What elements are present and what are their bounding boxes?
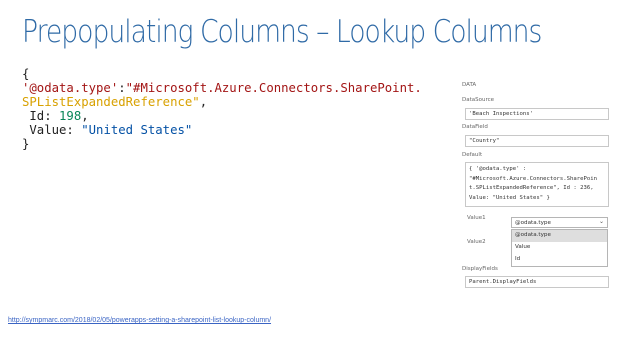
slide-title: Prepopulating Columns – Lookup Columns xyxy=(22,14,542,50)
panel-section-data: DATA xyxy=(462,82,477,88)
value1-label: Value1 xyxy=(467,215,486,221)
default-line-3: t.SPListExpandedReference", Id : 236, xyxy=(469,185,594,191)
dropdown-option-id[interactable]: Id xyxy=(512,254,607,266)
code-close-brace: } xyxy=(22,137,30,151)
datafield-label: DataField xyxy=(462,124,488,130)
default-line-2: "#Microsoft.Azure.Connectors.SharePoin xyxy=(469,175,597,182)
source-link[interactable]: http://sympmarc.com/2018/02/05/powerapps… xyxy=(8,317,271,324)
value1-dropdown-list: @odata.type Value Id xyxy=(511,229,608,267)
displayfields-label: DisplayFields xyxy=(462,266,498,272)
value1-dropdown[interactable]: @odata.type ⌄ xyxy=(511,217,608,228)
code-open-brace: { xyxy=(22,67,30,81)
chevron-down-icon[interactable]: ⌄ xyxy=(599,218,604,225)
displayfields-input[interactable]: Parent.DisplayFields xyxy=(465,276,609,288)
code-value-key: Value: xyxy=(29,123,82,137)
value1-selected: @odata.type xyxy=(515,220,551,226)
default-line-1: { '@odata.type' : xyxy=(469,166,527,172)
code-type-value-1: "#Microsoft.Azure.Connectors.SharePoint. xyxy=(125,81,422,95)
code-comma-1: , xyxy=(199,95,208,109)
datasource-input[interactable]: 'Beach Inspections' xyxy=(465,108,609,120)
code-id-value: 198 xyxy=(59,109,82,123)
code-value-value: "United States" xyxy=(81,123,193,137)
code-id-key: Id: xyxy=(29,109,60,123)
dropdown-option-value[interactable]: Value xyxy=(512,242,607,254)
code-block: { '@odata.type':"#Microsoft.Azure.Connec… xyxy=(22,67,422,151)
value2-label: Value2 xyxy=(467,239,486,245)
dropdown-option-odata-type[interactable]: @odata.type xyxy=(512,230,607,242)
datafield-input[interactable]: "Country" xyxy=(465,135,609,147)
code-type-value-2: SPListExpandedReference" xyxy=(22,95,200,109)
code-comma-2: , xyxy=(81,109,89,123)
default-line-4: Value: "United States" } xyxy=(469,194,550,201)
code-type-sep: : xyxy=(118,81,126,95)
default-input[interactable]: { '@odata.type' : "#Microsoft.Azure.Conn… xyxy=(465,162,609,207)
code-type-key: '@odata.type' xyxy=(22,81,119,95)
datasource-label: DataSource xyxy=(462,97,495,103)
default-label: Default xyxy=(462,152,483,158)
